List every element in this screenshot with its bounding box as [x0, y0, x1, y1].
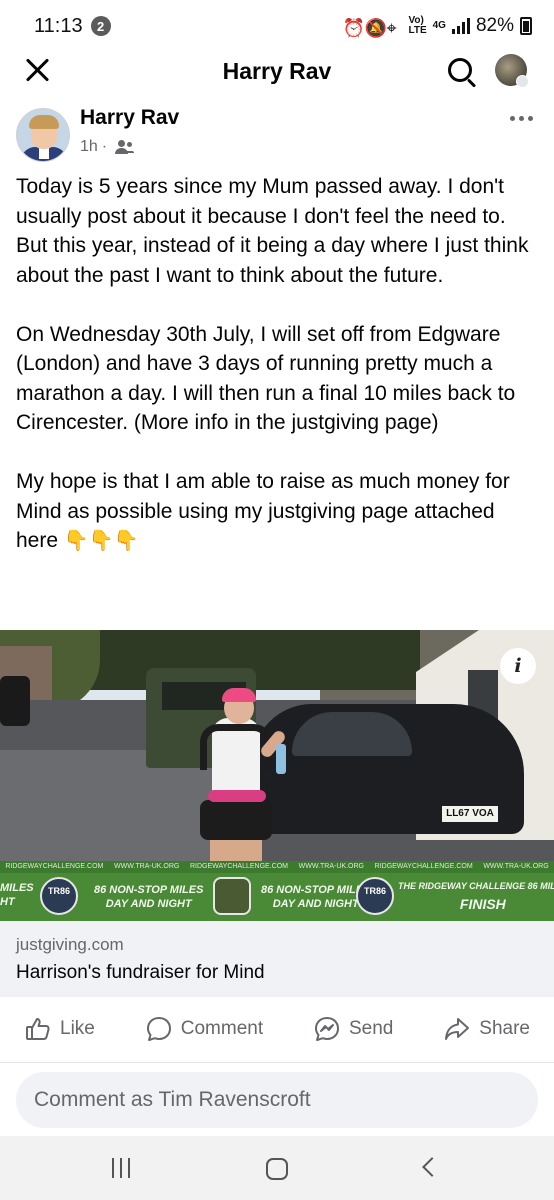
- post-meta: 1h ·: [80, 138, 133, 156]
- author-name[interactable]: Harry Rav: [80, 106, 179, 130]
- friends-icon[interactable]: [111, 140, 133, 154]
- event-banner: RIDGEWAYCHALLENGE.COM WWW.TRA-UK.ORG RID…: [0, 861, 554, 921]
- volte-indicator: Vo) LTE: [408, 15, 427, 36]
- comment-icon: [146, 1017, 171, 1041]
- banner-urls: RIDGEWAYCHALLENGE.COM WWW.TRA-UK.ORG RID…: [0, 861, 554, 873]
- road: [0, 750, 220, 870]
- status-bar: 11:13 2 ⏰ 🔕 ⌖ Vo) LTE 4G 82%: [0, 0, 554, 52]
- post-body: Today is 5 years since my Mum passed awa…: [16, 172, 540, 556]
- event-logo: [213, 877, 251, 915]
- banner-text: MILES HT: [0, 882, 34, 908]
- pointing-down-emoji: 👇👇👇: [63, 528, 139, 552]
- runner-belt: [208, 790, 266, 802]
- divider: [0, 1062, 554, 1063]
- search-icon[interactable]: [446, 56, 478, 88]
- mute-icon: 🔕: [364, 18, 387, 38]
- author-avatar[interactable]: [16, 108, 70, 162]
- more-options-icon[interactable]: [510, 110, 542, 126]
- comment-label: Comment: [180, 1018, 264, 1039]
- tr86-logo: TR86: [356, 877, 394, 915]
- messenger-icon: [315, 1017, 339, 1041]
- network-type: 4G: [432, 20, 446, 31]
- send-label: Send: [349, 1018, 394, 1039]
- system-nav-bar: [0, 1136, 554, 1200]
- alarm-icon: ⏰: [342, 18, 365, 38]
- back-icon[interactable]: [422, 1157, 442, 1177]
- tr86-logo: TR86: [40, 877, 78, 915]
- number-plate: LL67 VOA: [442, 806, 498, 822]
- link-title: Harrison's fundraiser for Mind: [16, 962, 265, 983]
- signal-icon: [451, 18, 470, 34]
- app-bar: Harry Rav: [0, 52, 554, 92]
- meta-separator: ·: [101, 138, 108, 155]
- chevron-down-icon: [516, 75, 529, 88]
- share-label: Share: [479, 1018, 530, 1039]
- send-button[interactable]: Send: [313, 1015, 393, 1043]
- like-button[interactable]: Like: [24, 1015, 95, 1043]
- location-icon: ⌖: [386, 18, 397, 38]
- water-bottle: [276, 744, 286, 774]
- recent-apps-icon[interactable]: [112, 1158, 134, 1178]
- close-icon[interactable]: [24, 56, 52, 84]
- post-paragraph: Today is 5 years since my Mum passed awa…: [16, 175, 529, 287]
- share-button[interactable]: Share: [443, 1015, 530, 1043]
- post-paragraph: On Wednesday 30th July, I will set off f…: [16, 322, 516, 435]
- thumbs-up-icon: [26, 1018, 50, 1040]
- link-preview-image[interactable]: LL67 VOA i RIDGEWAYCHALLENGE.COM WWW.TRA…: [0, 630, 554, 921]
- info-icon[interactable]: i: [500, 648, 536, 684]
- link-preview-caption[interactable]: justgiving.com Harrison's fundraiser for…: [0, 921, 554, 997]
- comment-button[interactable]: Comment: [145, 1015, 263, 1043]
- banner-text: 86 NON-STOP MILES DAY AND NIGHT: [94, 884, 204, 910]
- clock: 11:13: [34, 14, 83, 37]
- runner-cap: [222, 688, 256, 702]
- runner: [200, 800, 272, 840]
- link-domain: justgiving.com: [16, 935, 124, 954]
- home-icon[interactable]: [266, 1158, 288, 1180]
- post-time[interactable]: 1h: [80, 138, 98, 156]
- post-paragraph: My hope is that I am able to raise as mu…: [16, 470, 510, 552]
- post-actions: Like Comment Send Share: [0, 1004, 554, 1054]
- like-label: Like: [60, 1018, 95, 1039]
- profile-avatar[interactable]: [495, 54, 529, 88]
- banner-text: THE RIDGEWAY CHALLENGE 86 MILES FINISH: [398, 881, 554, 912]
- notification-count-badge: 2: [90, 16, 111, 36]
- comment-input[interactable]: Comment as Tim Ravenscroft: [16, 1072, 538, 1128]
- post-header: Harry Rav 1h ·: [16, 104, 538, 164]
- banner-text: 86 NON-STOP MILES DAY AND NIGHT: [261, 884, 371, 910]
- black-car: LL67 VOA: [252, 704, 524, 834]
- battery-percent: 82%: [475, 15, 514, 36]
- battery-icon: [520, 17, 532, 35]
- parked-car: [0, 676, 30, 726]
- share-icon: [445, 1018, 470, 1040]
